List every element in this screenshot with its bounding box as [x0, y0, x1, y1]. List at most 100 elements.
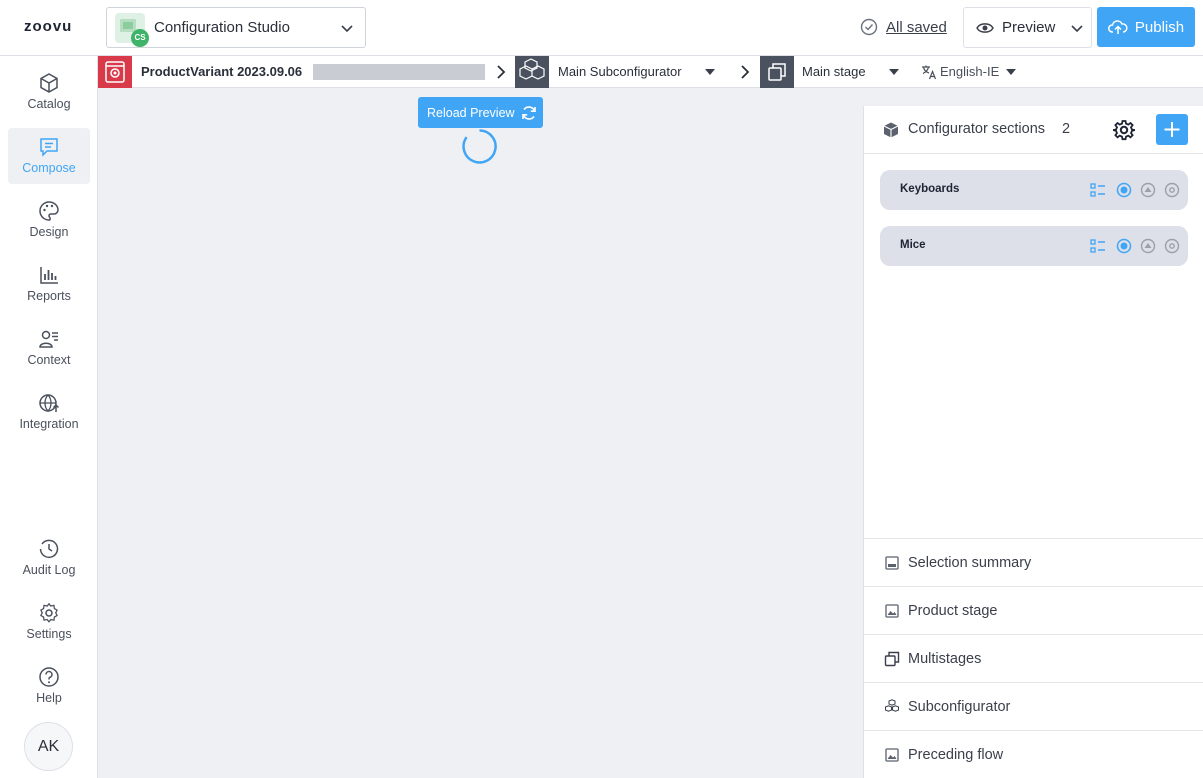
- redacted-text: [313, 64, 485, 80]
- summary-icon: [885, 556, 899, 570]
- gear-icon: [40, 602, 58, 623]
- image-icon: [885, 748, 899, 762]
- nav-label: Compose: [22, 161, 76, 175]
- eye-icon: [976, 22, 994, 33]
- subconfigurator-icon: [515, 56, 549, 88]
- globe-icon: [39, 394, 60, 412]
- panel-title: Configurator sections: [908, 121, 1046, 137]
- nav-label: Design: [29, 225, 69, 239]
- nav-label: Reports: [27, 289, 71, 303]
- panel-item-product-stage[interactable]: Product stage: [864, 586, 1203, 634]
- image-icon: [885, 604, 899, 618]
- nav-item-help[interactable]: Help: [8, 658, 90, 714]
- refresh-icon: [521, 105, 536, 120]
- nav-item-design[interactable]: Design: [8, 192, 90, 248]
- reload-label: Reload Preview: [427, 105, 515, 120]
- nav-label: Audit Log: [22, 563, 76, 577]
- palette-icon: [39, 201, 59, 221]
- chevron-down-icon: [341, 25, 353, 33]
- nav-label: Help: [36, 691, 62, 705]
- stage-name[interactable]: Main stage: [802, 64, 866, 79]
- nav-item-integration[interactable]: Integration: [8, 384, 90, 440]
- configurator-panel: Configurator sections 2 Keyboards Mice S…: [863, 106, 1203, 778]
- chevron-down-icon: [1071, 24, 1083, 32]
- panel-item-label: Product stage: [908, 603, 998, 619]
- cloud-upload-icon: [1107, 20, 1128, 34]
- cube-icon: [40, 73, 58, 93]
- panel-header: Configurator sections 2: [864, 106, 1203, 154]
- panel-item-label: Selection summary: [908, 555, 1032, 571]
- section-item-keyboards[interactable]: Keyboards: [880, 170, 1188, 210]
- language-select[interactable]: English-IE: [940, 64, 999, 79]
- save-status: All saved: [860, 18, 947, 36]
- caret-down-icon[interactable]: [705, 69, 715, 75]
- stack-icon: [884, 651, 900, 667]
- user-list-icon: [39, 330, 58, 348]
- nav-label: Integration: [19, 417, 79, 431]
- nav-label: Settings: [26, 627, 72, 641]
- configuration-studio-icon: CS: [115, 13, 149, 47]
- history-icon: [39, 539, 59, 558]
- cube-icon: [883, 122, 899, 138]
- chevron-right-icon: [497, 65, 506, 79]
- translate-icon: [922, 65, 937, 80]
- bar-chart-icon: [40, 267, 58, 284]
- radio-selected-icon[interactable]: [1116, 182, 1132, 198]
- caret-down-icon[interactable]: [889, 69, 899, 75]
- add-section-button[interactable]: [1156, 114, 1188, 145]
- nav-item-reports[interactable]: Reports: [8, 256, 90, 312]
- panel-item-subconfigurator[interactable]: Subconfigurator: [864, 682, 1203, 730]
- nav-label: Catalog: [27, 97, 71, 111]
- app-selector[interactable]: CS Configuration Studio: [106, 7, 366, 48]
- nav-item-context[interactable]: Context: [8, 320, 90, 376]
- panel-item-multistages[interactable]: Multistages: [864, 634, 1203, 682]
- left-nav: Catalog Compose Design Reports Context I…: [0, 56, 98, 778]
- variant-name[interactable]: ProductVariant 2023.09.06: [141, 64, 302, 79]
- nav-label: Context: [27, 353, 71, 367]
- zoovu-logo[interactable]: zoovu: [24, 18, 72, 35]
- radio-selected-icon[interactable]: [1116, 238, 1132, 254]
- saved-link[interactable]: All saved: [886, 19, 947, 36]
- nav-item-audit-log[interactable]: Audit Log: [8, 530, 90, 586]
- panel-item-selection-summary[interactable]: Selection summary: [864, 538, 1203, 586]
- visibility-icon[interactable]: [1140, 238, 1156, 254]
- gear-icon[interactable]: [1113, 119, 1135, 141]
- panel-item-label: Subconfigurator: [908, 699, 1011, 715]
- section-count: 2: [1062, 121, 1071, 137]
- check-circle-icon: [860, 18, 878, 36]
- loading-spinner-icon: [462, 129, 497, 164]
- section-item-mice[interactable]: Mice: [880, 226, 1188, 266]
- help-icon: [39, 667, 59, 687]
- nav-item-compose[interactable]: Compose: [8, 128, 90, 184]
- settings-circle-icon[interactable]: [1164, 238, 1180, 254]
- avatar[interactable]: AK: [24, 722, 73, 771]
- app-name: Configuration Studio: [154, 19, 290, 36]
- chat-icon: [40, 138, 58, 157]
- panel-item-label: Preceding flow: [908, 747, 1004, 763]
- top-bar: zoovu CS Configuration Studio All saved …: [0, 0, 1203, 56]
- list-icon[interactable]: [1090, 182, 1106, 198]
- cubes-icon: [885, 699, 899, 712]
- caret-down-icon[interactable]: [1006, 69, 1016, 75]
- reload-preview-button[interactable]: Reload Preview: [418, 97, 543, 128]
- variant-icon: [98, 56, 132, 88]
- section-label: Mice: [900, 239, 926, 251]
- section-label: Keyboards: [900, 183, 960, 195]
- preview-button[interactable]: Preview: [963, 7, 1092, 48]
- panel-item-label: Multistages: [908, 651, 982, 667]
- breadcrumb: ProductVariant 2023.09.06 Main Subconfig…: [98, 56, 1203, 88]
- panel-item-preceding-flow[interactable]: Preceding flow: [864, 730, 1203, 778]
- stage-icon: [760, 56, 794, 88]
- publish-button[interactable]: Publish: [1097, 7, 1195, 47]
- app-badge: CS: [131, 29, 149, 47]
- visibility-icon[interactable]: [1140, 182, 1156, 198]
- plus-icon: [1164, 122, 1180, 137]
- chevron-right-icon: [741, 65, 750, 79]
- nav-item-catalog[interactable]: Catalog: [8, 64, 90, 120]
- settings-circle-icon[interactable]: [1164, 182, 1180, 198]
- publish-label: Publish: [1134, 18, 1185, 36]
- list-icon[interactable]: [1090, 238, 1106, 254]
- nav-item-settings[interactable]: Settings: [8, 594, 90, 650]
- subconfigurator-name[interactable]: Main Subconfigurator: [558, 64, 682, 79]
- preview-label: Preview: [1002, 19, 1056, 36]
